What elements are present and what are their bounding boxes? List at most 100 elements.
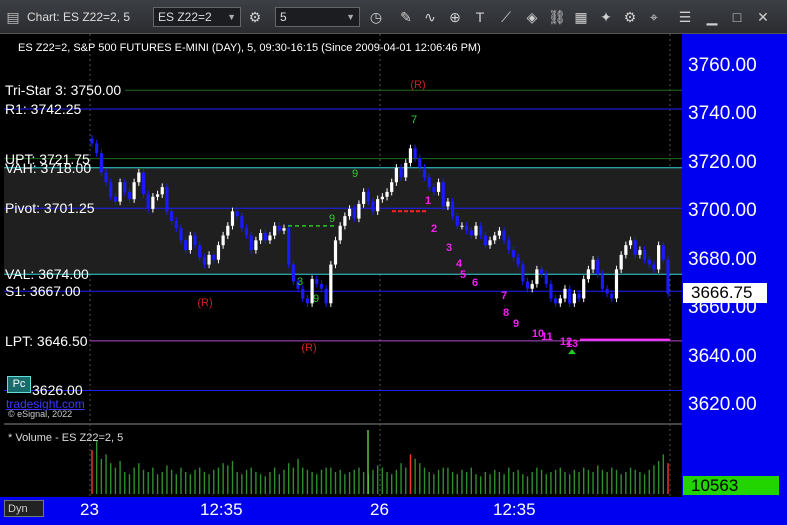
symbol-link-icon[interactable]: ⚙ xyxy=(246,8,264,26)
interval-dropdown-icon[interactable]: ▼ xyxy=(346,8,355,26)
candle-body-31 xyxy=(235,211,239,217)
candle-body-57 xyxy=(357,204,361,219)
candle-body-88 xyxy=(502,230,506,241)
candle-body-90 xyxy=(511,250,516,258)
candle-body-109 xyxy=(600,274,605,289)
symbol-input[interactable]: ES Z22=2 ▼ xyxy=(153,7,241,27)
candle-body-32 xyxy=(240,216,244,229)
candle-body-87 xyxy=(497,230,502,236)
candle-body-69 xyxy=(413,148,417,159)
y-tick-label-1: 3740.00 xyxy=(688,103,757,125)
pane-divider[interactable] xyxy=(4,423,682,425)
candle-body-119 xyxy=(647,259,651,265)
dyn-toggle[interactable]: Dyn xyxy=(4,500,44,517)
candle-body-51 xyxy=(329,264,333,304)
maximize-icon[interactable]: □ xyxy=(728,8,746,26)
candle-body-117 xyxy=(638,250,642,255)
candle-body-38 xyxy=(268,235,272,241)
candle-body-45 xyxy=(301,288,305,299)
level-label-3: VAH: 3718.00 xyxy=(5,159,92,176)
candle-body-89 xyxy=(507,240,511,251)
link-icon[interactable]: ⛓ xyxy=(548,8,566,26)
candle-body-72 xyxy=(427,177,431,188)
candle-body-105 xyxy=(582,279,586,299)
candle-body-99 xyxy=(554,298,558,304)
candle-body-114 xyxy=(624,245,628,255)
volume-value-badge: 10563 xyxy=(683,476,779,495)
candle-body-76 xyxy=(446,201,450,207)
candle-body-14 xyxy=(155,194,160,197)
candle-body-16 xyxy=(165,187,169,212)
settings-gear-icon[interactable]: ⚙ xyxy=(621,8,639,26)
candle-body-60 xyxy=(371,201,375,212)
candle-body-15 xyxy=(160,187,164,195)
candle-body-98 xyxy=(549,283,553,299)
candle-body-92 xyxy=(521,264,525,282)
twitter-icon[interactable]: ✦ xyxy=(597,8,615,26)
count-magenta-6: 7 xyxy=(501,290,507,302)
candle-body-71 xyxy=(422,167,427,178)
window-menu-icon[interactable]: ☰ xyxy=(676,8,694,26)
candle-body-63 xyxy=(385,191,389,197)
candle-body-68 xyxy=(408,148,413,163)
clock-icon[interactable]: ◷ xyxy=(367,8,385,26)
count-magenta-2: 3 xyxy=(446,242,452,254)
candle-body-36 xyxy=(258,233,263,241)
candle-body-95 xyxy=(535,269,539,284)
candle-body-2 xyxy=(99,153,103,173)
candle-body-107 xyxy=(591,259,595,270)
interval-input[interactable]: 5 ▼ xyxy=(275,7,360,27)
level-label-4: Pivot: 3701.25 xyxy=(5,200,95,217)
level-label-6: S1: 3667.00 xyxy=(5,283,81,300)
candle-body-19 xyxy=(179,228,183,241)
candle-body-100 xyxy=(558,298,562,304)
candle-body-120 xyxy=(652,264,656,270)
crosshair-icon[interactable]: ⊕ xyxy=(446,8,464,26)
minimize-icon[interactable]: ▁ xyxy=(703,8,721,26)
candle-body-11 xyxy=(141,172,146,195)
eraser-icon[interactable]: ◈ xyxy=(523,8,541,26)
candle-body-10 xyxy=(137,172,141,183)
count-magenta-4: 5 xyxy=(460,269,466,281)
line-study-icon[interactable]: ∿ xyxy=(421,8,439,26)
last-price-badge: 3666.75 xyxy=(683,283,767,303)
count-magenta-10: 11 xyxy=(541,331,553,343)
candle-body-6 xyxy=(118,182,122,202)
draw-pencil-icon[interactable]: ✎ xyxy=(397,8,415,26)
candle-body-80 xyxy=(465,225,469,231)
layout-icon[interactable]: ▦ xyxy=(572,8,590,26)
level-label-5: VAL: 3674.00 xyxy=(5,266,89,283)
y-tick-label-3: 3700.00 xyxy=(688,200,757,222)
candle-body-12 xyxy=(146,194,150,209)
candle-body-113 xyxy=(619,254,623,270)
y-tick-label-0: 3760.00 xyxy=(688,55,757,76)
candle-body-40 xyxy=(277,225,281,231)
pc-badge[interactable]: Pc xyxy=(7,376,31,393)
y-tick-label-7: 3620.00 xyxy=(688,394,757,415)
candle-body-18 xyxy=(174,220,178,229)
trendline-icon[interactable]: ⟋ xyxy=(497,8,515,26)
candle-body-73 xyxy=(432,187,436,192)
count-green-3: 9 xyxy=(329,213,335,225)
candle-body-70 xyxy=(418,158,422,168)
candle-body-115 xyxy=(628,240,633,246)
candle-body-123 xyxy=(666,259,670,294)
pin-icon[interactable]: ⌖ xyxy=(645,8,663,26)
candle-body-23 xyxy=(198,245,202,258)
time-axis[interactable] xyxy=(0,497,787,525)
candle-body-28 xyxy=(221,235,225,246)
symbol-dropdown-icon[interactable]: ▼ xyxy=(227,8,236,26)
candle-body-118 xyxy=(642,250,647,260)
candle-body-35 xyxy=(254,240,258,251)
candle-body-27 xyxy=(216,245,221,260)
text-tool-icon[interactable]: T xyxy=(471,8,489,26)
close-icon[interactable]: ✕ xyxy=(754,8,772,26)
candle-body-82 xyxy=(474,225,478,236)
chart-area[interactable]: (R)(R)(R)1234567891011 121393799 xyxy=(0,34,787,525)
candle-body-5 xyxy=(113,196,118,202)
count-magenta-0: 1 xyxy=(425,195,431,207)
candle-body-61 xyxy=(376,199,380,212)
count-magenta-1: 2 xyxy=(431,223,437,235)
candle-body-106 xyxy=(586,269,590,280)
candle-body-104 xyxy=(577,293,581,299)
